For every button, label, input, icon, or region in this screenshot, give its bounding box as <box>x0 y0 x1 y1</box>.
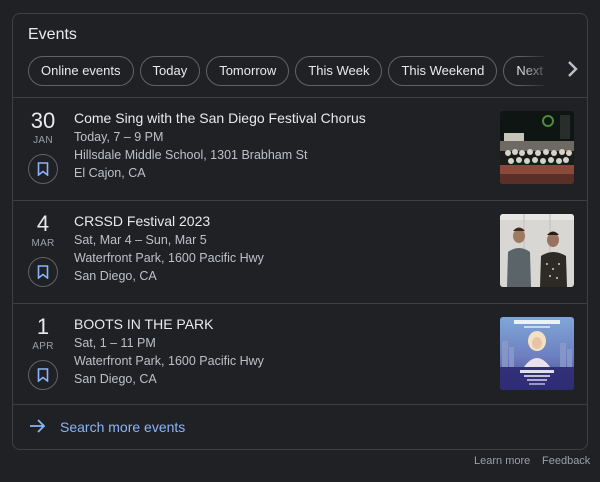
event-title[interactable]: CRSSD Festival 2023 <box>74 213 210 229</box>
event-venue: Hillsdale Middle School, 1301 Brabham St <box>74 148 308 162</box>
bookmark-button[interactable] <box>28 257 58 287</box>
chips-fade <box>518 56 552 86</box>
event-item[interactable]: 1 APR BOOTS IN THE PARK Sat, 1 – 11 PM W… <box>13 303 587 406</box>
chip-tomorrow[interactable]: Tomorrow <box>206 56 290 86</box>
bookmark-icon <box>37 265 49 279</box>
event-month: JAN <box>33 135 53 146</box>
boots-in-the-park-poster[interactable] <box>500 317 574 390</box>
bookmark-button[interactable] <box>28 360 58 390</box>
event-month: MAR <box>31 238 55 249</box>
search-more-events[interactable]: Search more events <box>13 404 587 449</box>
event-item[interactable]: 4 MAR CRSSD Festival 2023 Sat, Mar 4 – S… <box>13 200 587 303</box>
event-time: Today, 7 – 9 PM <box>74 130 164 144</box>
search-more-label[interactable]: Search more events <box>60 419 185 435</box>
two-artists-photo[interactable] <box>500 214 574 287</box>
chorus-concert-photo[interactable] <box>500 111 574 184</box>
arrow-right-icon <box>30 419 46 433</box>
chip-today[interactable]: Today <box>139 56 201 86</box>
feedback-link[interactable]: Feedback <box>542 455 590 467</box>
event-time: Sat, Mar 4 – Sun, Mar 5 <box>74 233 207 247</box>
filter-chips: Online events Today Tomorrow This Week T… <box>28 56 544 86</box>
chip-this-weekend[interactable]: This Weekend <box>388 56 498 86</box>
events-list: 30 JAN Come Sing with the San Diego Fest… <box>13 97 587 406</box>
bookmark-icon <box>37 162 49 176</box>
event-title[interactable]: BOOTS IN THE PARK <box>74 316 214 332</box>
bookmark-button[interactable] <box>28 154 58 184</box>
chip-this-week[interactable]: This Week <box>295 56 383 86</box>
chip-online-events[interactable]: Online events <box>28 56 134 86</box>
events-card: Events Online events Today Tomorrow This… <box>12 13 588 450</box>
event-day: 1 <box>36 314 50 339</box>
event-time: Sat, 1 – 11 PM <box>74 336 156 350</box>
learn-more-link[interactable]: Learn more <box>474 455 530 467</box>
chevron-right-icon[interactable] <box>562 60 584 82</box>
event-day: 30 <box>30 108 56 133</box>
event-title[interactable]: Come Sing with the San Diego Festival Ch… <box>74 110 366 126</box>
event-venue: Waterfront Park, 1600 Pacific Hwy <box>74 251 264 265</box>
event-day: 4 <box>36 211 50 236</box>
event-city: El Cajon, CA <box>74 166 146 180</box>
events-card-title: Events <box>28 26 77 43</box>
bookmark-icon <box>37 368 49 382</box>
event-month: APR <box>32 341 54 352</box>
event-item[interactable]: 30 JAN Come Sing with the San Diego Fest… <box>13 97 587 200</box>
event-venue: Waterfront Park, 1600 Pacific Hwy <box>74 354 264 368</box>
event-city: San Diego, CA <box>74 269 157 283</box>
event-city: San Diego, CA <box>74 372 157 386</box>
